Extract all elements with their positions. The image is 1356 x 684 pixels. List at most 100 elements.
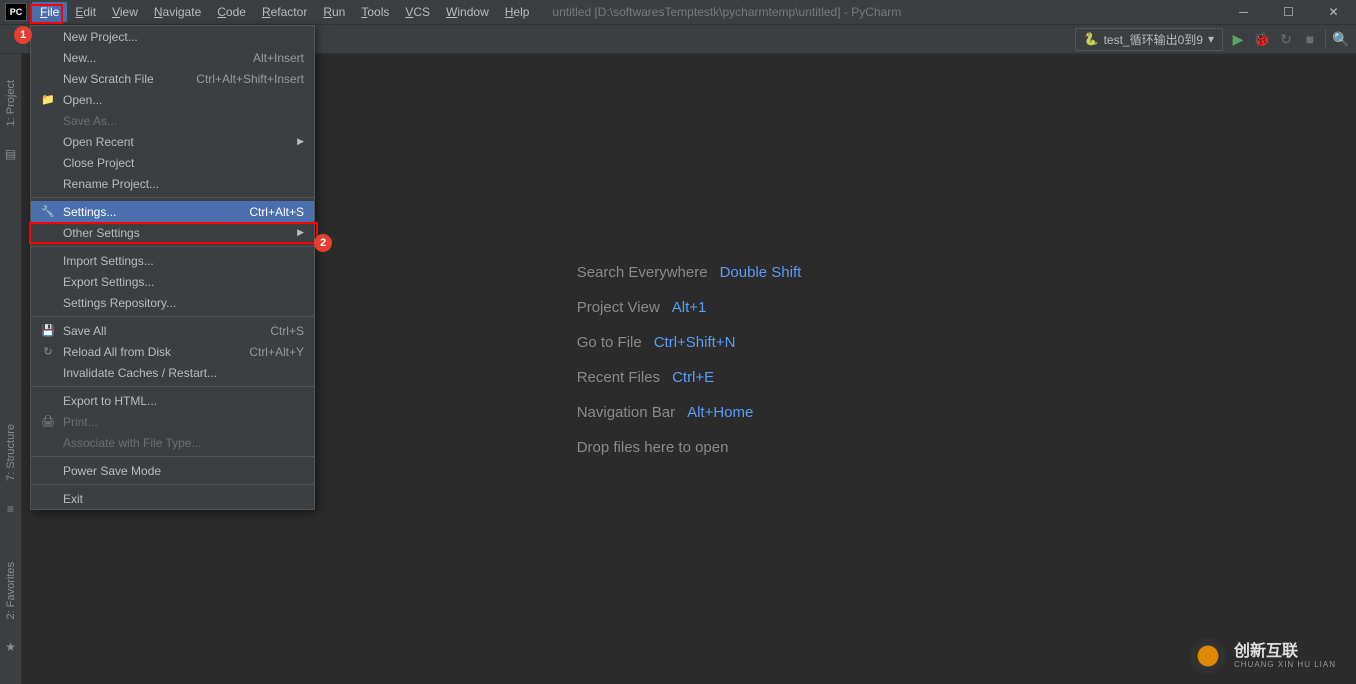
menu-separator bbox=[31, 386, 314, 387]
menu-item-label: New... bbox=[63, 51, 96, 65]
hint-shortcut: Double Shift bbox=[720, 264, 802, 281]
star-icon: ★ bbox=[5, 640, 16, 654]
menu-item-label: New Scratch File bbox=[63, 72, 154, 86]
menu-view[interactable]: View bbox=[104, 2, 146, 22]
structure-tool-button[interactable]: 7: Structure bbox=[5, 418, 17, 487]
watermark-text: 创新互联 bbox=[1234, 644, 1336, 660]
menu-item-export-settings[interactable]: Export Settings... bbox=[31, 271, 314, 292]
menu-item-open[interactable]: 📁Open... bbox=[31, 89, 314, 110]
watermark: 创新互联 CHUANG XIN HU LIAN bbox=[1190, 638, 1336, 674]
annotation-badge-1: 1 bbox=[14, 26, 32, 44]
hint-row: Drop files here to open bbox=[577, 439, 802, 456]
menu-item-reload-all-from-disk[interactable]: ↻ Reload All from Disk Ctrl+Alt+Y bbox=[31, 341, 314, 362]
menu-item-label: Settings... bbox=[63, 205, 116, 219]
run-button[interactable]: ▶ bbox=[1229, 30, 1247, 48]
project-tool-button[interactable]: 1: Project bbox=[5, 74, 17, 132]
hint-shortcut: Alt+1 bbox=[672, 299, 707, 316]
menu-item-label: Exit bbox=[63, 492, 83, 506]
coverage-button[interactable]: ↻ bbox=[1277, 30, 1295, 48]
menu-item-settings[interactable]: 🔧Settings...Ctrl+Alt+S bbox=[31, 201, 314, 222]
run-config-selector[interactable]: 🐍 test_循环输出0到9 ▾ bbox=[1075, 28, 1223, 51]
menu-item-icon: 🖨 bbox=[41, 415, 55, 428]
menu-item-save-as: Save As... bbox=[31, 110, 314, 131]
menu-item-new-scratch-file[interactable]: New Scratch File Ctrl+Alt+Shift+Insert bbox=[31, 68, 314, 89]
menu-help[interactable]: Help bbox=[497, 2, 538, 22]
chevron-down-icon: ▾ bbox=[1208, 32, 1214, 46]
search-button[interactable]: 🔍 bbox=[1332, 30, 1350, 48]
menu-item-label: Print... bbox=[63, 415, 98, 429]
menu-item-label: Associate with File Type... bbox=[63, 436, 202, 450]
submenu-arrow-icon: ▶ bbox=[297, 227, 304, 238]
menu-item-label: Save All bbox=[63, 324, 106, 338]
menu-item-close-project[interactable]: Close Project bbox=[31, 152, 314, 173]
menu-item-icon: 🔧 bbox=[41, 205, 55, 218]
window-controls: ─ ☐ ✕ bbox=[1221, 0, 1356, 25]
menubar: PC FileEditViewNavigateCodeRefactorRunTo… bbox=[0, 0, 1356, 25]
submenu-arrow-icon: ▶ bbox=[297, 136, 304, 147]
menu-separator bbox=[31, 316, 314, 317]
menu-edit[interactable]: Edit bbox=[67, 2, 104, 22]
menu-window[interactable]: Window bbox=[438, 2, 497, 22]
menu-item-label: Open... bbox=[63, 93, 102, 107]
hint-shortcut: Alt+Home bbox=[687, 404, 753, 421]
menu-item-rename-project[interactable]: Rename Project... bbox=[31, 173, 314, 194]
hint-label: Navigation Bar bbox=[577, 404, 675, 421]
run-config-name: test_循环输出0到9 bbox=[1104, 31, 1203, 48]
menu-item-invalidate-caches-restart[interactable]: Invalidate Caches / Restart... bbox=[31, 362, 314, 383]
menu-vcs[interactable]: VCS bbox=[397, 2, 438, 22]
menu-item-shortcut: Alt+Insert bbox=[253, 51, 304, 65]
hint-label: Recent Files bbox=[577, 369, 660, 386]
menu-item-label: Export Settings... bbox=[63, 275, 154, 289]
menu-item-shortcut: Ctrl+S bbox=[270, 324, 304, 338]
menu-item-label: New Project... bbox=[63, 30, 138, 44]
menu-separator bbox=[31, 246, 314, 247]
menu-item-label: Export to HTML... bbox=[63, 394, 157, 408]
menu-item-label: Save As... bbox=[63, 114, 117, 128]
menu-separator bbox=[31, 484, 314, 485]
menu-item-new-project[interactable]: New Project... bbox=[31, 26, 314, 47]
menu-item-settings-repository[interactable]: Settings Repository... bbox=[31, 292, 314, 313]
annotation-badge-2: 2 bbox=[314, 234, 332, 252]
menu-tools[interactable]: Tools bbox=[353, 2, 397, 22]
menu-item-icon: ↻ bbox=[41, 345, 55, 358]
menu-item-save-all[interactable]: 💾Save AllCtrl+S bbox=[31, 320, 314, 341]
menu-item-label: Invalidate Caches / Restart... bbox=[63, 366, 217, 380]
menu-refactor[interactable]: Refactor bbox=[254, 2, 315, 22]
hint-label: Project View bbox=[577, 299, 660, 316]
menu-item-export-to-html[interactable]: Export to HTML... bbox=[31, 390, 314, 411]
menu-navigate[interactable]: Navigate bbox=[146, 2, 209, 22]
hint-row: Navigation Bar Alt+Home bbox=[577, 404, 802, 421]
shortcut-hints: Search EverywhereDouble Shift Project Vie… bbox=[577, 264, 802, 474]
menu-item-open-recent[interactable]: Open Recent ▶ bbox=[31, 131, 314, 152]
menu-item-import-settings[interactable]: Import Settings... bbox=[31, 250, 314, 271]
stop-button[interactable]: ■ bbox=[1301, 30, 1319, 48]
watermark-subtext: CHUANG XIN HU LIAN bbox=[1234, 660, 1336, 669]
menu-code[interactable]: Code bbox=[209, 2, 254, 22]
menu-item-shortcut: Ctrl+Alt+Y bbox=[249, 345, 304, 359]
folder-icon: ▤ bbox=[5, 147, 16, 161]
menu-item-new[interactable]: New... Alt+Insert bbox=[31, 47, 314, 68]
minimize-button[interactable]: ─ bbox=[1221, 0, 1266, 25]
menu-separator bbox=[31, 456, 314, 457]
hint-row: Search EverywhereDouble Shift bbox=[577, 264, 802, 281]
structure-icon: ≡ bbox=[7, 502, 14, 516]
menu-item-shortcut: Ctrl+Alt+Shift+Insert bbox=[196, 72, 304, 86]
menu-file[interactable]: File bbox=[32, 2, 67, 22]
menu-item-other-settings[interactable]: Other Settings▶ bbox=[31, 222, 314, 243]
menu-item-label: Reload All from Disk bbox=[63, 345, 171, 359]
app-logo: PC bbox=[5, 3, 27, 21]
close-button[interactable]: ✕ bbox=[1311, 0, 1356, 25]
menu-item-print: 🖨 Print... bbox=[31, 411, 314, 432]
maximize-button[interactable]: ☐ bbox=[1266, 0, 1311, 25]
menu-item-label: Rename Project... bbox=[63, 177, 159, 191]
menu-run[interactable]: Run bbox=[315, 2, 353, 22]
hint-label: Drop files here to open bbox=[577, 439, 729, 456]
menu-item-label: Settings Repository... bbox=[63, 296, 176, 310]
hint-label: Go to File bbox=[577, 334, 642, 351]
debug-button[interactable]: 🐞 bbox=[1253, 30, 1271, 48]
menu-item-label: Open Recent bbox=[63, 135, 134, 149]
menu-item-power-save-mode[interactable]: Power Save Mode bbox=[31, 460, 314, 481]
menu-item-exit[interactable]: Exit bbox=[31, 488, 314, 509]
menu-item-associate-with-file-type: Associate with File Type... bbox=[31, 432, 314, 453]
favorites-tool-button[interactable]: 2: Favorites bbox=[5, 556, 17, 625]
